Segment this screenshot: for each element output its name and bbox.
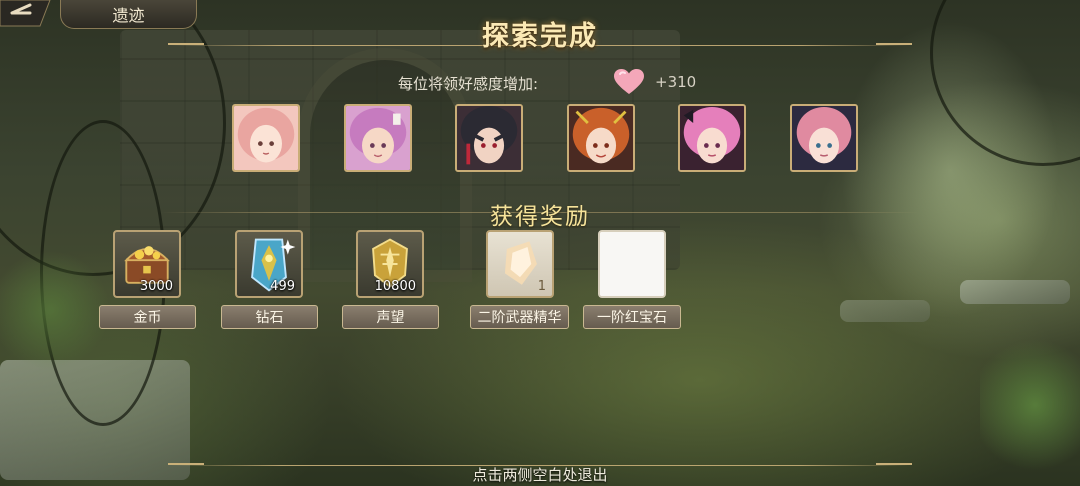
rock [960, 280, 1070, 304]
corner-ornament [168, 43, 204, 55]
character-portrait-1[interactable] [232, 104, 300, 172]
character-4-avatar [569, 106, 633, 170]
character-portrait-6[interactable] [790, 104, 858, 172]
character-portrait-4[interactable] [567, 104, 635, 172]
reward-label-prestige: 声望 [342, 305, 439, 329]
character-2-avatar [346, 106, 410, 170]
reward-item-ruby[interactable] [598, 230, 666, 298]
prestige-count: 10800 [374, 279, 416, 294]
character-portrait-5[interactable] [678, 104, 746, 172]
weapon-essence-count: 1 [537, 279, 546, 294]
reward-label-ruby: 一阶红宝石 [583, 305, 681, 329]
rock [840, 300, 930, 322]
location-title: 遗迹 [112, 6, 145, 25]
character-portrait-2[interactable] [344, 104, 412, 172]
back-button[interactable] [0, 0, 52, 30]
heart-icon [614, 69, 644, 95]
reward-item-weapon-essence[interactable]: 1 [486, 230, 554, 298]
leaves [0, 250, 110, 370]
corner-ornament [876, 463, 912, 475]
rewards-title: 获得奖励 [490, 204, 590, 230]
reward-label-weapon-essence: 二阶武器精华 [470, 305, 569, 329]
character-3-avatar [457, 106, 521, 170]
reward-label-diamond: 钻石 [221, 305, 318, 329]
character-1-avatar [234, 106, 298, 170]
affection-label: 每位将领好感度增加: [398, 75, 539, 93]
character-5-avatar [680, 106, 744, 170]
ruby-icon [600, 232, 664, 296]
gold-count: 3000 [139, 279, 173, 294]
diamond-count: 499 [270, 279, 295, 294]
back-arrow-icon [0, 0, 51, 27]
exit-hint: 点击两侧空白处退出 [472, 466, 608, 484]
affection-value: +310 [655, 73, 697, 91]
reward-item-prestige[interactable]: 10800 [356, 230, 424, 298]
reward-item-gold[interactable]: 3000 [113, 230, 181, 298]
corner-ornament [168, 463, 204, 475]
character-portrait-3[interactable] [455, 104, 523, 172]
exploration-complete-title: 探索完成 [482, 21, 598, 52]
reward-item-diamond[interactable]: 499 [235, 230, 303, 298]
reward-label-gold: 金币 [99, 305, 196, 329]
leaves [980, 330, 1080, 480]
corner-ornament [876, 43, 912, 55]
location-title-tab: 遗迹 [60, 0, 197, 29]
character-6-avatar [792, 106, 856, 170]
